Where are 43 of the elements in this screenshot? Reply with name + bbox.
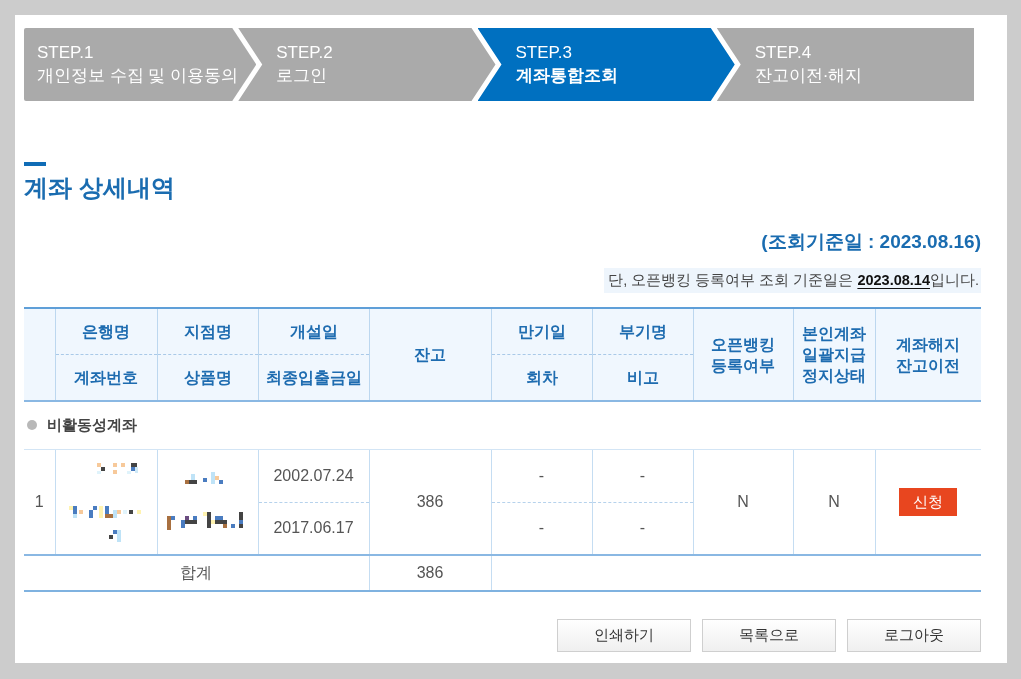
logout-button[interactable]: 로그아웃 xyxy=(847,619,981,652)
step-label: 개인정보 수집 및 이용동의 xyxy=(37,65,239,87)
step-label: 로그인 xyxy=(276,65,328,87)
column-header: 오픈뱅킹 등록여부 xyxy=(693,308,793,401)
column-header: 잔고 xyxy=(369,308,491,401)
column-header: 계좌번호 xyxy=(55,354,157,401)
column-header: 상품명 xyxy=(157,354,258,401)
note-text: 단, 오픈뱅킹 등록여부 조회 기준일은 2023.08.14입니다. xyxy=(604,268,981,293)
step-number: STEP.4 xyxy=(754,42,812,64)
query-date: (조회기준일 : 2023.08.16) xyxy=(760,230,981,254)
column-header: 부기명 xyxy=(592,308,693,354)
group-label: 비활동성계좌 xyxy=(47,415,137,435)
table-cell: - xyxy=(592,449,693,502)
column-header: 최종입출금일 xyxy=(258,354,369,401)
table-cell: 2017.06.17 xyxy=(258,502,369,555)
column-header: 만기일 xyxy=(491,308,592,354)
column-header: 계좌해지 잔고이전 xyxy=(875,308,981,401)
step-number: STEP.2 xyxy=(276,42,333,64)
table-cell: 386 xyxy=(369,555,491,591)
print-button[interactable]: 인쇄하기 xyxy=(557,619,691,652)
section-title: 계좌 상세내역 xyxy=(24,173,176,203)
table-cell: 2002.07.24 xyxy=(258,449,369,502)
step-label: 계좌통합조회 xyxy=(515,65,618,87)
column-header: 개설일 xyxy=(258,308,369,354)
table-cell: - xyxy=(592,502,693,555)
step-number: STEP.1 xyxy=(37,42,94,64)
table-cell: 386 xyxy=(369,449,491,555)
column-header: 회차 xyxy=(491,354,592,401)
column-header: 본인계좌 일괄지급 정지상태 xyxy=(793,308,875,401)
row-number: 1 xyxy=(24,449,55,555)
table-cell: N xyxy=(793,449,875,555)
table-cell: - xyxy=(491,502,592,555)
table-cell: N xyxy=(693,449,793,555)
column-header: 비고 xyxy=(592,354,693,401)
column-header: 은행명 xyxy=(55,308,157,354)
total-label: 합계 xyxy=(24,555,369,591)
table-cell: - xyxy=(491,449,592,502)
step-number: STEP.3 xyxy=(515,42,572,64)
apply-button[interactable]: 신청 xyxy=(899,487,958,516)
column-header: 지점명 xyxy=(157,308,258,354)
bullet-dot-icon xyxy=(27,420,37,431)
step-label: 잔고이전·해지 xyxy=(754,65,863,87)
list-button[interactable]: 목록으로 xyxy=(702,619,836,652)
